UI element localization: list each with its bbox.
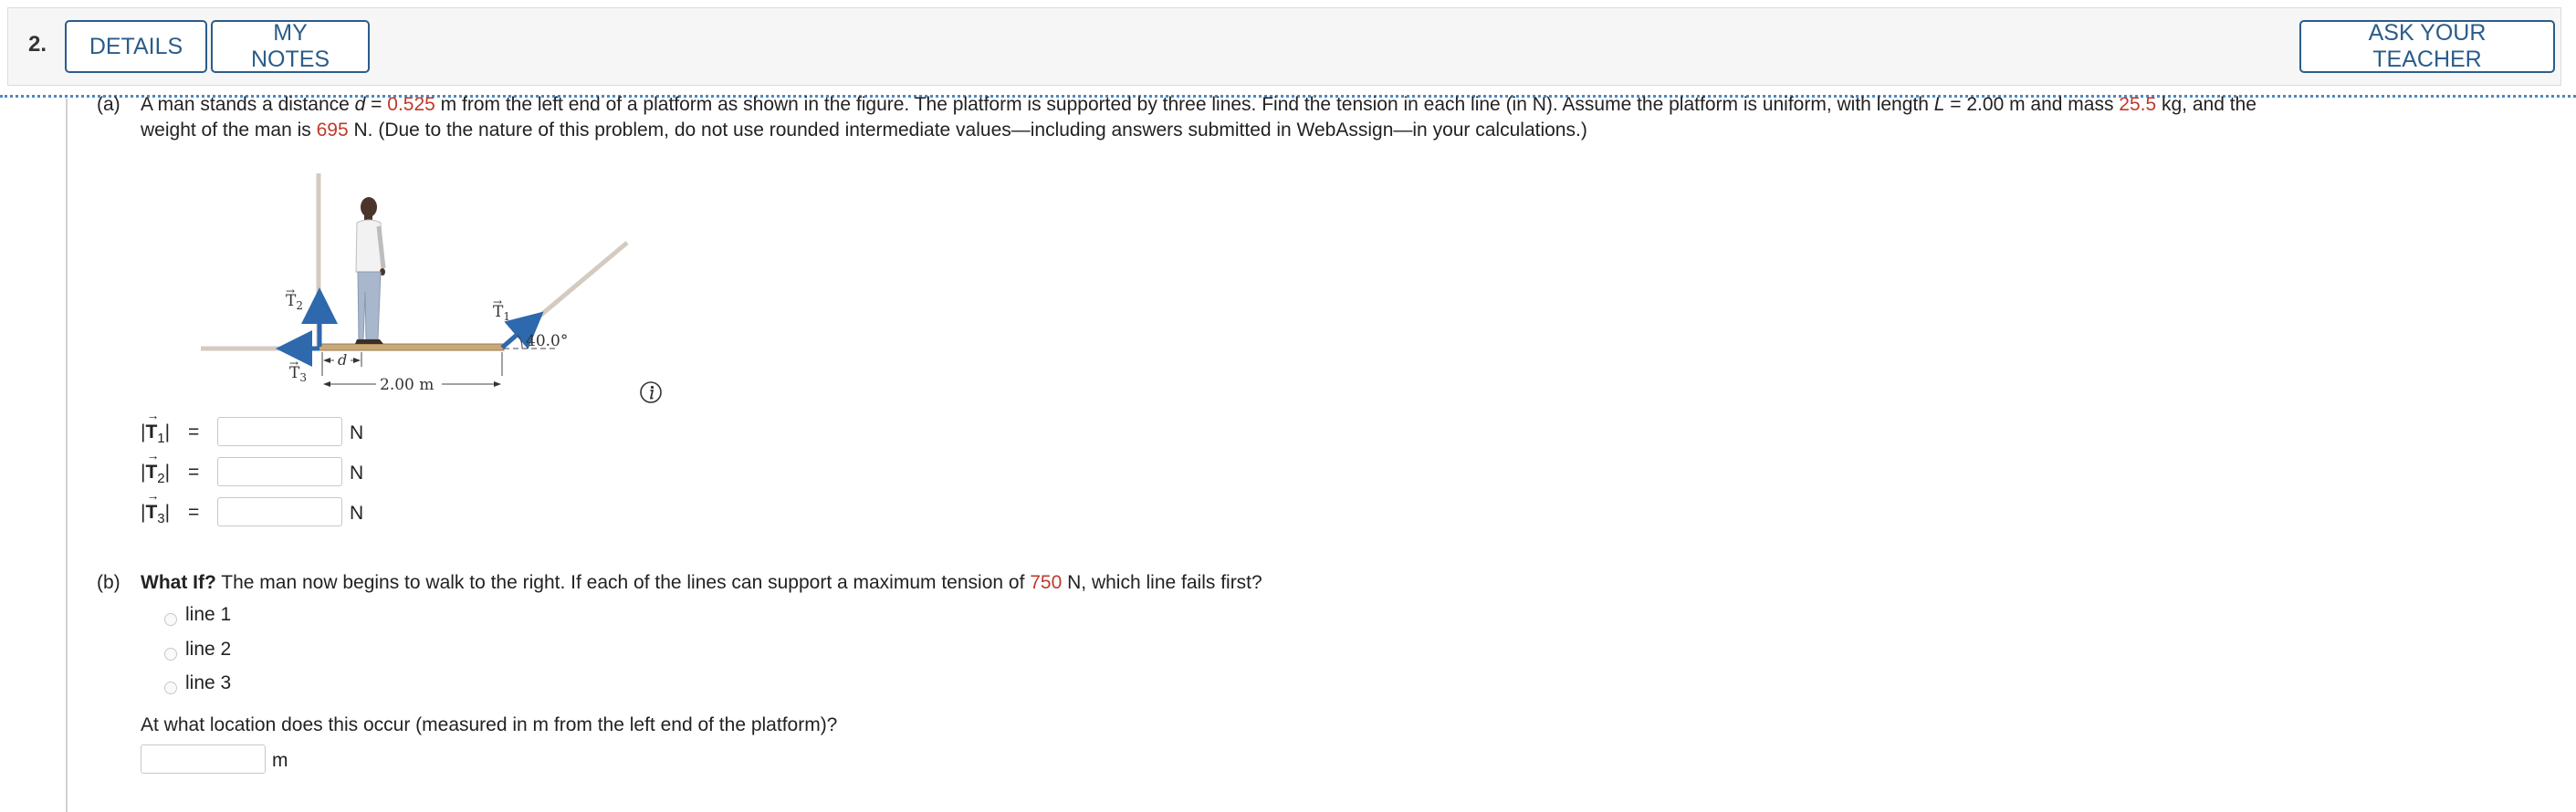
my-notes-button[interactable]: MY NOTES [211,20,370,73]
t2-answer-input[interactable] [217,457,342,486]
angle-label: 40.0° [526,332,568,350]
mass-value: 25.5 [2119,94,2157,115]
line-3-radio[interactable] [164,682,177,694]
t3-label: T3 [289,364,307,384]
info-icon[interactable] [639,380,663,404]
part-b-question: What If? The man now begins to walk to t… [141,572,1262,593]
part-a-text-line1: A man stands a distance d = 0.525 m from… [141,94,2257,115]
details-button[interactable]: DETAILS [65,20,207,73]
platform-board [317,343,505,351]
t2-label: T2 [286,292,303,312]
t1-unit: N [350,422,364,443]
t1-answer-input[interactable] [217,417,342,446]
question-left-rule [66,99,68,812]
t3-magnitude-label: |T3| = [141,488,199,526]
part-a-label: (a) [97,94,120,115]
ask-your-teacher-button[interactable]: ASK YOUR TEACHER [2299,20,2555,73]
line-1-radio[interactable] [164,613,177,626]
platform-figure: → T2 → T1 → T3 d 2.00 m 40.0° [201,173,629,394]
location-answer-input[interactable] [141,744,266,774]
line-3-option-label: line 3 [185,672,232,693]
line-2-radio[interactable] [164,648,177,661]
line-2-option-label: line 2 [185,639,232,660]
d-value: 0.525 [387,94,435,115]
t3-unit: N [350,503,364,524]
location-question: At what location does this occur (measur… [141,714,838,735]
line-1-option-label: line 1 [185,604,232,625]
t2-unit: N [350,463,364,484]
t2-magnitude-label: |T2| = [141,448,199,486]
t3-answer-input[interactable] [217,497,342,526]
part-b-label: (b) [97,572,120,593]
t1-label: T1 [493,303,510,323]
question-header: 2. DETAILS MY NOTES ASK YOUR TEACHER [7,7,2561,86]
question-number: 2. [28,32,47,57]
location-unit: m [272,750,288,771]
t1-magnitude-label: |T1| = [141,408,199,446]
d-label: d [338,351,347,369]
weight-value: 695 [316,120,349,141]
max-tension-value: 750 [1030,572,1063,593]
part-a-text-line2: weight of the man is 695 N. (Due to the … [141,120,1587,141]
length-label: 2.00 m [380,376,434,394]
man-figure [355,197,386,344]
